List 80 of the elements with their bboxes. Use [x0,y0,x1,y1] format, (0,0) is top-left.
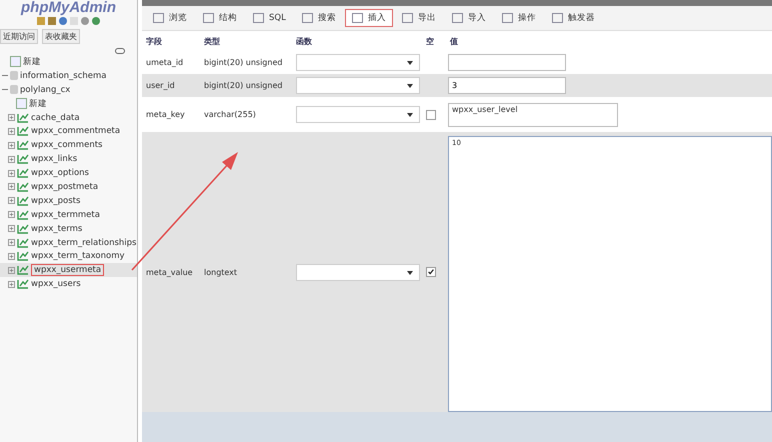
tree-item[interactable]: wpxx_links [31,154,78,164]
expand-icon[interactable] [8,114,15,121]
tree-item[interactable]: polylang_cx [20,84,70,95]
tab[interactable]: 导入 [444,9,493,27]
column-header: 值 [448,36,459,46]
column-header: 类型 [203,36,221,46]
field-name: user_id [145,81,176,90]
expand-icon[interactable] [8,197,15,204]
tree-item[interactable]: 新建 [29,98,47,110]
tree-item[interactable]: wpxx_postmeta [31,182,98,192]
function-select[interactable] [296,106,420,123]
table-icon [17,154,29,164]
expand-icon[interactable] [8,280,15,288]
value-field[interactable]: 3 [448,77,566,94]
table-icon [17,238,29,248]
expand-icon[interactable] [8,156,15,163]
tree-item[interactable]: wpxx_comments [31,140,102,150]
column-header: 函数 [295,36,313,46]
tab[interactable]: 插入 [344,9,393,27]
tree-item[interactable]: wpxx_term_relationships [31,238,136,248]
function-select[interactable] [296,264,420,280]
table-icon [17,210,29,220]
tree-item[interactable]: 新建 [23,56,41,68]
new-item-icon [16,98,27,110]
new-item-icon [10,56,21,68]
field-type: longtext [203,268,238,276]
function-select[interactable] [296,54,420,71]
expand-icon[interactable] [8,128,15,135]
expand-icon[interactable] [8,183,15,190]
function-select[interactable] [296,77,420,94]
table-icon [17,251,29,262]
field-type: varchar(255) [203,110,257,119]
tree-item[interactable]: wpxx_posts [31,196,80,206]
field-name: meta_key [145,110,186,119]
expand-icon[interactable] [8,211,15,218]
null-checkbox[interactable] [426,110,436,120]
value-field[interactable]: wpxx_user_level [448,102,618,126]
field-type: bigint(20) unsigned [203,81,284,90]
tab[interactable]: 操作 [494,9,543,27]
tab[interactable]: 结构 [196,9,244,27]
tab[interactable]: 浏览 [146,9,194,27]
table-icon [17,140,29,150]
tree-item[interactable]: wpxx_term_taxonomy [31,251,125,262]
field-type: bigint(20) unsigned [203,58,284,67]
expand-icon[interactable] [8,142,15,149]
table-icon [17,168,29,178]
tree-item[interactable]: wpxx_users [31,279,81,290]
sidebar-tab[interactable]: 表收藏夹 [42,29,80,44]
column-header: 空 [425,36,435,46]
tree-item[interactable]: wpxx_termmeta [31,210,100,220]
table-icon [17,196,29,206]
expand-icon[interactable] [8,239,15,246]
expand-icon[interactable] [8,266,15,274]
sidebar-tab[interactable]: 近期访问 [0,29,38,44]
logo-text: phpMyAdmin [20,0,117,16]
value-field[interactable] [448,54,566,71]
tab[interactable]: SQL [246,10,293,26]
tab[interactable]: 导出 [394,9,443,27]
field-name: umeta_id [145,58,184,67]
table-icon [17,224,29,234]
tab[interactable]: 搜索 [294,9,343,27]
expand-icon[interactable] [8,252,15,260]
column-header: 字段 [145,36,163,46]
table-icon [17,265,29,276]
table-icon [17,182,29,192]
tree-item[interactable]: wpxx_commentmeta [31,126,120,136]
expand-icon[interactable] [8,225,15,232]
tree-item[interactable]: wpxx_usermeta [31,264,104,276]
link-icon[interactable] [115,48,125,54]
table-icon [17,126,29,136]
tab[interactable]: 触发器 [544,9,602,27]
table-icon [17,279,29,290]
tree-item[interactable]: wpxx_terms [31,224,82,234]
tree-item[interactable]: wpxx_options [31,168,89,178]
null-checkbox[interactable] [426,267,436,277]
field-name: meta_value [145,268,194,276]
expand-icon[interactable] [8,170,15,177]
tree-item[interactable]: information_schema [20,70,107,81]
tree-item[interactable]: cache_data [31,112,80,122]
table-icon [17,112,29,122]
